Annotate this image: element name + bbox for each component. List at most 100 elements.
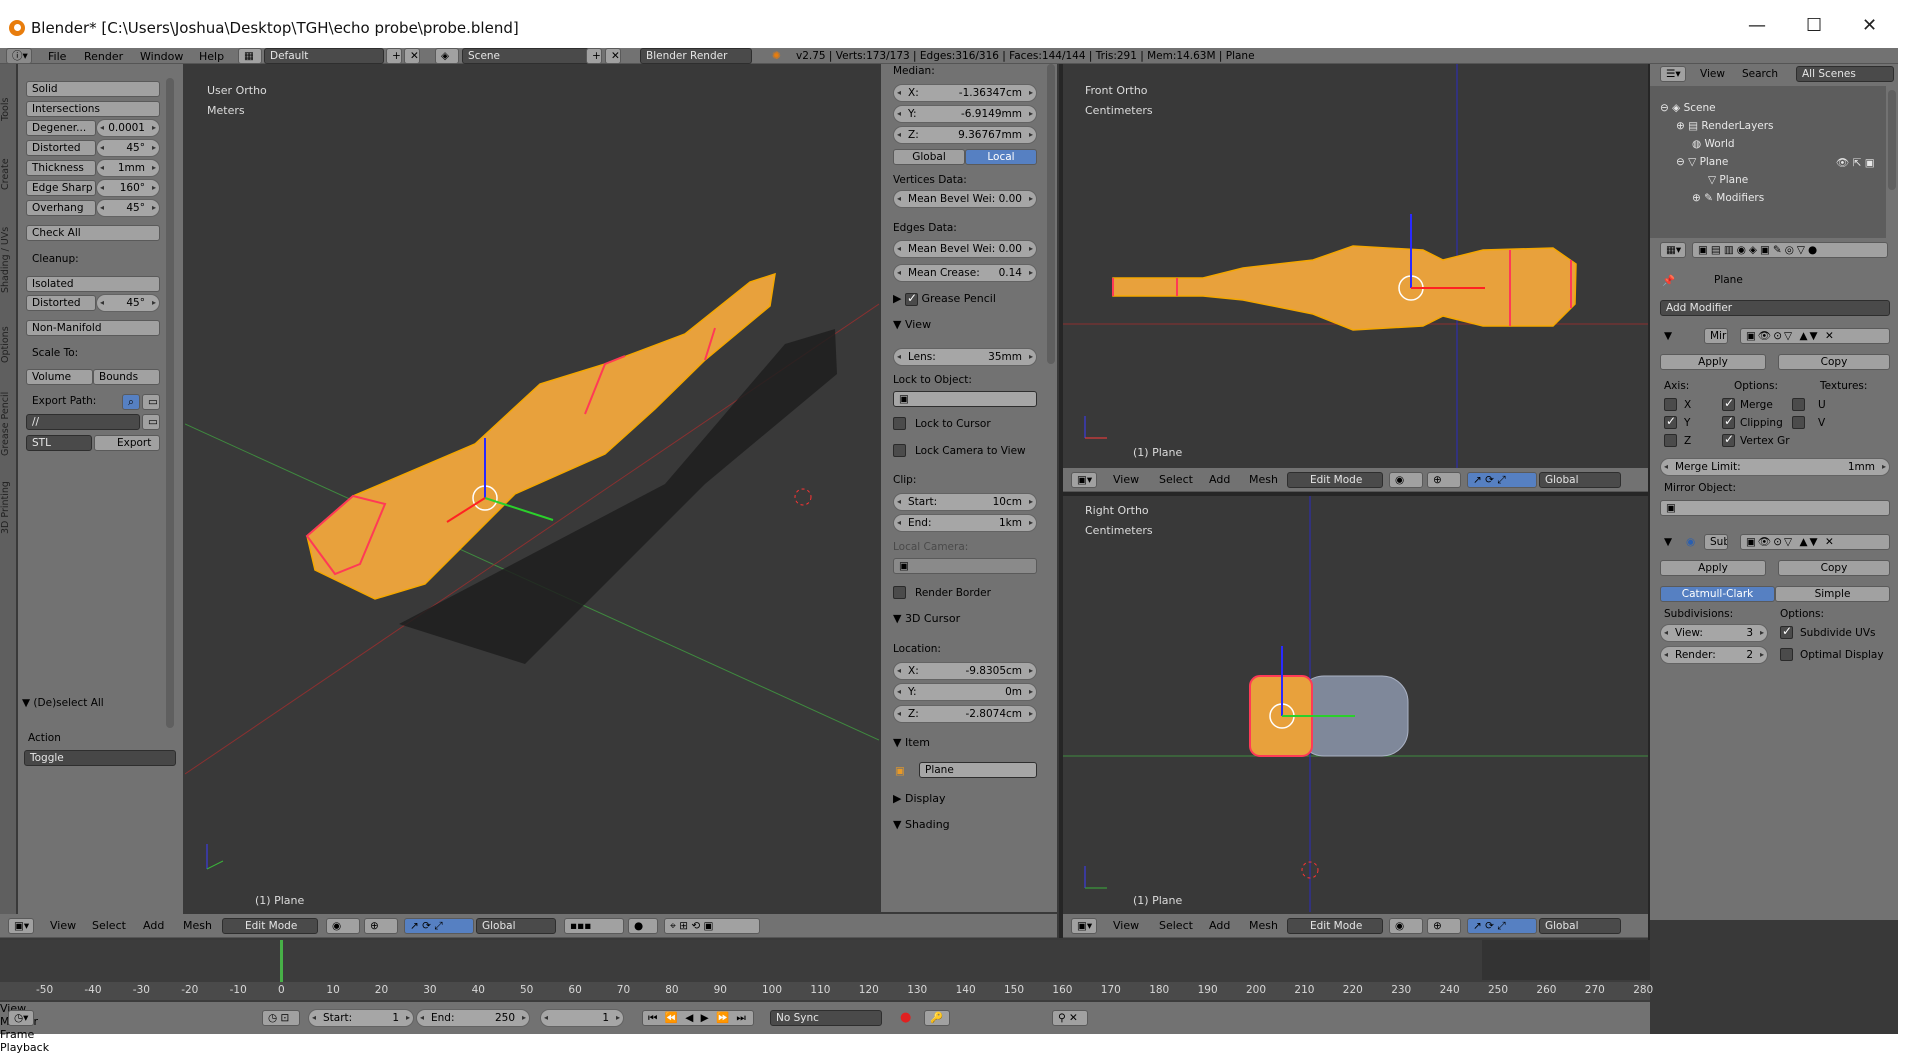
outliner-item-renderlayers[interactable]: ⊕ ▤ RenderLayers xyxy=(1676,120,1774,132)
preview-range-icons[interactable]: ◷ ⊡ xyxy=(262,1010,300,1026)
cursor-y-value[interactable]: 0m xyxy=(1005,684,1022,700)
start-frame-value[interactable]: 1 xyxy=(392,1010,399,1026)
volume-button[interactable]: Volume xyxy=(26,369,93,385)
mode-select[interactable]: Edit Mode xyxy=(222,918,318,934)
lock-object-field[interactable]: ▣ xyxy=(893,391,1037,407)
mirror-object-field[interactable]: ▣ xyxy=(1660,500,1890,516)
optimal-display-checkbox[interactable] xyxy=(1780,648,1793,661)
merge-checkbox[interactable] xyxy=(1722,396,1735,411)
export-button[interactable]: Export xyxy=(94,435,160,451)
timeline[interactable]: -50 -40 -30 -20 -10 0 10 20 30 40 50 60 70 80 90 100 110… xyxy=(0,940,1653,1002)
orientation-select[interactable]: Global xyxy=(1539,918,1621,934)
tab-tools[interactable]: Tools xyxy=(0,82,16,136)
solid-button[interactable]: Solid xyxy=(26,81,160,97)
bounds-button[interactable]: Bounds xyxy=(93,369,160,385)
modifier-toggle-icons[interactable]: ▣👁⊙▽ ▲▼ ✕ xyxy=(1740,328,1890,344)
local-camera-field[interactable]: ▣ xyxy=(893,558,1037,574)
layout-add-icon[interactable]: + xyxy=(386,48,402,64)
tab-3d-printing[interactable]: 3D Printing xyxy=(0,472,16,544)
render-border-checkbox[interactable] xyxy=(893,586,906,599)
mirror-apply-button[interactable]: Apply xyxy=(1660,354,1766,370)
clip-start-value[interactable]: 10cm xyxy=(993,494,1022,510)
view-panel[interactable]: ▼ View xyxy=(893,318,931,331)
subsurf-name-field[interactable]: Sub xyxy=(1704,534,1728,550)
pivot-icon[interactable]: ⊕ xyxy=(1427,472,1461,488)
editor-type-icon[interactable]: ▦▾ xyxy=(1660,242,1686,258)
layout-icon[interactable]: ▦ xyxy=(238,48,262,64)
isolated-button[interactable]: Isolated xyxy=(26,276,160,292)
menu-select[interactable]: Select xyxy=(92,919,126,932)
tab-create[interactable]: Create xyxy=(0,144,16,204)
outliner-item-modifiers[interactable]: ⊕ ✎ Modifiers xyxy=(1692,192,1764,204)
scene-remove-icon[interactable]: ✕ xyxy=(605,48,621,64)
grease-pencil-checkbox[interactable] xyxy=(904,291,918,306)
distorted-cleanup-value[interactable]: 45° xyxy=(126,295,145,311)
display-mode-select[interactable]: All Scenes xyxy=(1796,66,1894,82)
context-tabs[interactable]: ▣▤▥◉◈▣✎◎▽● xyxy=(1692,242,1888,258)
merge-limit-value[interactable]: 1mm xyxy=(1848,459,1875,475)
viewport-right[interactable]: Right Ortho Centimeters (1) Plane xyxy=(1063,496,1648,912)
scene-add-icon[interactable]: + xyxy=(586,48,602,64)
viewport-front[interactable]: Front Ortho Centimeters (1) Plane xyxy=(1063,64,1648,468)
editor-type-icon[interactable]: ⓘ▾ xyxy=(6,48,32,64)
pivot-icon[interactable]: ⊕ xyxy=(364,918,398,934)
tab-shading-uvs[interactable]: Shading / UVs xyxy=(0,214,16,306)
intersections-button[interactable]: Intersections xyxy=(26,101,160,117)
check-all-button[interactable]: Check All xyxy=(26,225,160,241)
menu-view[interactable]: View xyxy=(1113,919,1139,932)
3d-cursor[interactable] xyxy=(794,488,812,506)
outliner-item-plane-mesh[interactable]: ▽ Plane xyxy=(1708,174,1748,186)
tab-grease-pencil[interactable]: Grease Pencil xyxy=(0,382,16,466)
3d-cursor-panel[interactable]: ▼ 3D Cursor xyxy=(893,612,960,625)
subdivide-uvs-checkbox[interactable] xyxy=(1780,624,1793,639)
outliner-item-scene[interactable]: ⊖ ◈ Scene xyxy=(1660,102,1716,114)
end-frame-value[interactable]: 250 xyxy=(495,1010,515,1026)
timeline-menu-frame[interactable]: Frame xyxy=(0,1028,1650,1041)
minimize-button[interactable]: — xyxy=(1748,15,1766,36)
menu-help[interactable]: Help xyxy=(199,50,224,63)
catmull-clark-toggle[interactable]: Catmull-Clark xyxy=(1660,586,1775,602)
editor-type-icon[interactable]: ◷▾ xyxy=(8,1010,34,1026)
distorted-value[interactable]: 45° xyxy=(126,140,145,156)
editor-type-icon[interactable]: ☰▾ xyxy=(1660,66,1686,82)
mirror-name-field[interactable]: Mir xyxy=(1704,328,1728,344)
median-y-value[interactable]: -6.9149mm xyxy=(961,106,1022,122)
overhang-value[interactable]: 45° xyxy=(126,200,145,216)
outliner-menu-view[interactable]: View xyxy=(1700,68,1725,80)
folder-icon[interactable]: ▭ xyxy=(142,414,160,430)
texture-v-checkbox[interactable] xyxy=(1792,416,1805,429)
menu-mesh[interactable]: Mesh xyxy=(1249,919,1278,932)
menu-view[interactable]: View xyxy=(50,919,76,932)
orientation-select[interactable]: Global xyxy=(476,918,556,934)
close-button[interactable]: ✕ xyxy=(1862,15,1877,36)
mirror-copy-button[interactable]: Copy xyxy=(1778,354,1890,370)
record-icon[interactable]: ● xyxy=(900,1010,911,1025)
menu-file[interactable]: File xyxy=(48,50,66,63)
shading-icon[interactable]: ◉ xyxy=(326,918,360,934)
item-name-input[interactable]: Plane xyxy=(919,762,1037,778)
collapse-icon[interactable]: ▼ xyxy=(1664,330,1672,342)
editor-type-icon[interactable]: ▣▾ xyxy=(1071,918,1097,934)
grease-pencil-panel[interactable]: ▶ Grease Pencil xyxy=(893,291,996,306)
menu-select[interactable]: Select xyxy=(1159,473,1193,486)
simple-toggle[interactable]: Simple xyxy=(1775,586,1890,602)
playback-controls[interactable]: ⏮ ⏪ ◀ ▶ ⏩ ⏭ xyxy=(642,1010,754,1026)
tab-options[interactable]: Options xyxy=(0,314,16,376)
render-levels-value[interactable]: 2 xyxy=(1746,647,1753,663)
snap-icons[interactable]: ⌖ ⊞ ⟲ ▣ xyxy=(664,918,760,934)
mode-select[interactable]: Edit Mode xyxy=(1287,472,1383,488)
toolshelf-scrollbar[interactable] xyxy=(166,78,174,728)
menu-mesh[interactable]: Mesh xyxy=(183,919,212,932)
lens-value[interactable]: 35mm xyxy=(988,349,1022,365)
menu-add[interactable]: Add xyxy=(1209,473,1230,486)
format-select[interactable]: STL xyxy=(26,435,92,451)
modifier-toggle-icons[interactable]: ▣👁⊙▽ ▲▼ ✕ xyxy=(1740,534,1890,550)
mode-select[interactable]: Edit Mode xyxy=(1287,918,1383,934)
mean-crease-value[interactable]: 0.14 xyxy=(999,265,1022,281)
current-frame-value[interactable]: 1 xyxy=(602,1010,609,1026)
menu-view[interactable]: View xyxy=(1113,473,1139,486)
menu-render[interactable]: Render xyxy=(84,50,123,63)
menu-window[interactable]: Window xyxy=(140,50,183,63)
non-manifold-button[interactable]: Non-Manifold xyxy=(26,320,160,336)
outliner-item-world[interactable]: ◍ World xyxy=(1692,138,1735,150)
